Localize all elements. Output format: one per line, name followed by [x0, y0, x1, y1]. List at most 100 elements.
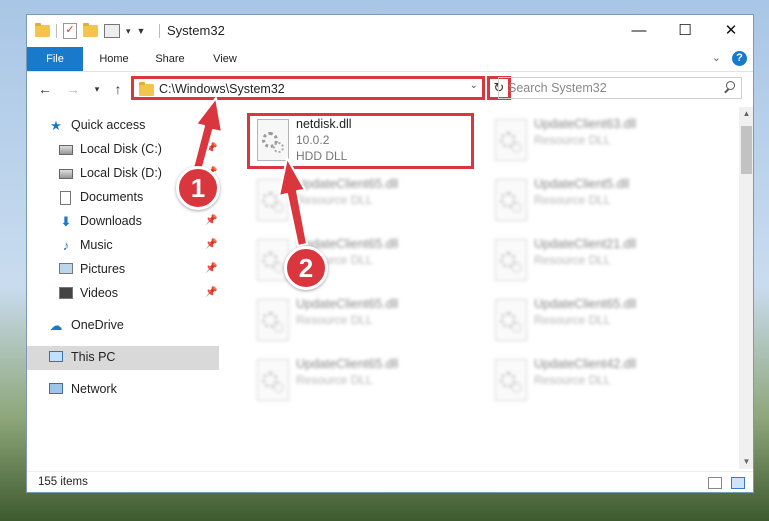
scroll-down-icon[interactable]: ▼: [739, 457, 753, 466]
status-bar: 155 items: [27, 471, 753, 492]
large-icons-view-icon[interactable]: [731, 477, 745, 489]
nav-label: Local Disk (D:): [80, 166, 162, 180]
nav-label: This PC: [71, 350, 116, 364]
forward-arrow-icon[interactable]: →: [64, 80, 82, 98]
dll-file-icon: [495, 119, 527, 161]
downloads-icon: ⬇: [60, 214, 72, 229]
tab-file[interactable]: File: [27, 47, 83, 71]
file-description: Resource DLL: [534, 133, 611, 147]
nav-item-pictures[interactable]: Pictures 📌: [27, 258, 219, 282]
file-explorer-window: ✓ ▾ ▼ System32 — ☐ ✕ File Home Share Vie…: [26, 14, 754, 493]
nav-item-this-pc[interactable]: This PC: [27, 346, 219, 370]
pin-icon[interactable]: 📌: [205, 215, 217, 226]
customize-view-icon[interactable]: [104, 24, 120, 38]
address-path[interactable]: C:\Windows\System32: [159, 81, 285, 97]
file-name: UpdateClient63.dll: [534, 117, 637, 131]
videos-icon: [59, 287, 73, 299]
back-arrow-icon[interactable]: ←: [36, 80, 54, 98]
nav-label: OneDrive: [71, 318, 124, 332]
up-arrow-icon[interactable]: ↑: [109, 80, 127, 98]
details-view-icon[interactable]: [708, 477, 722, 489]
file-description: Resource DLL: [534, 193, 611, 207]
new-folder-icon[interactable]: [83, 23, 98, 37]
file-name: UpdateClient65.dll: [296, 357, 399, 371]
nav-label: Documents: [80, 190, 144, 204]
tab-share[interactable]: Share: [145, 47, 195, 71]
vertical-scrollbar[interactable]: ▲ ▼: [739, 107, 753, 469]
properties-check-icon[interactable]: ✓: [63, 23, 77, 39]
file-description: Resource DLL: [534, 373, 611, 387]
nav-item-local-disk-c[interactable]: Local Disk (C:) 📌: [27, 138, 219, 162]
pin-icon[interactable]: 📌: [205, 143, 217, 154]
nav-item-music[interactable]: ♪ Music 📌: [27, 234, 219, 258]
search-icon[interactable]: [725, 80, 735, 90]
file-tile[interactable]: UpdateClient5.dll Resource DLL: [484, 171, 709, 229]
nav-item-downloads[interactable]: ⬇ Downloads 📌: [27, 210, 219, 234]
scroll-thumb[interactable]: [741, 126, 752, 174]
address-bar[interactable]: C:\Windows\System32 ⌄: [131, 76, 485, 100]
file-tile[interactable]: UpdateClient65.dll Resource DLL: [246, 231, 471, 289]
search-input[interactable]: Search System32: [498, 77, 742, 99]
maximize-button[interactable]: ☐: [662, 15, 708, 47]
documents-icon: [60, 191, 71, 205]
navigation-pane: ★ Quick access Local Disk (C:) 📌 Local D…: [27, 107, 219, 469]
nav-item-network[interactable]: Network: [27, 378, 219, 402]
file-tile[interactable]: UpdateClient42.dll Resource DLL: [484, 351, 709, 409]
item-count: 155 items: [38, 476, 88, 488]
scroll-up-icon[interactable]: ▲: [739, 109, 753, 118]
file-tile[interactable]: UpdateClient65.dll Resource DLL: [246, 351, 471, 409]
drive-icon: [59, 169, 73, 179]
dll-file-icon: [257, 179, 289, 221]
drive-icon: [59, 145, 73, 155]
file-tile[interactable]: UpdateClient21.dll Resource DLL: [484, 231, 709, 289]
nav-item-videos[interactable]: Videos 📌: [27, 282, 219, 306]
address-folder-icon: [139, 82, 154, 96]
dll-file-icon: [495, 239, 527, 281]
pin-icon[interactable]: 📌: [205, 287, 217, 298]
dll-file-icon: [495, 179, 527, 221]
nav-label: Local Disk (C:): [80, 142, 162, 156]
navigation-bar: ← → ▾ ↑ C:\Windows\System32 ⌄ ↻ Search S…: [27, 72, 753, 106]
window-title: System32: [167, 23, 225, 38]
callout-step-2: 2: [284, 246, 328, 290]
file-description: Resource DLL: [296, 373, 373, 387]
toolbar-overflow-icon[interactable]: ▼: [137, 26, 146, 36]
pin-icon[interactable]: 📌: [205, 239, 217, 250]
selection-highlight: [247, 113, 474, 169]
recent-locations-icon[interactable]: ▾: [88, 80, 106, 98]
help-icon[interactable]: ?: [732, 51, 747, 66]
nav-label: Pictures: [80, 262, 126, 276]
nav-label: Quick access: [71, 118, 146, 132]
nav-item-quick-access[interactable]: ★ Quick access: [27, 114, 219, 138]
nav-label: Music: [80, 238, 113, 252]
file-description: Resource DLL: [534, 313, 611, 327]
file-description: Resource DLL: [296, 193, 373, 207]
chevron-down-icon[interactable]: ▾: [126, 26, 131, 37]
file-name: UpdateClient21.dll: [534, 237, 637, 251]
tab-view[interactable]: View: [201, 47, 249, 71]
file-tile[interactable]: UpdateClient65.dll Resource DLL: [484, 291, 709, 349]
file-name: UpdateClient65.dll: [534, 297, 637, 311]
pin-icon[interactable]: 📌: [205, 263, 217, 274]
file-name: UpdateClient65.dll: [296, 177, 399, 191]
network-icon: [49, 383, 63, 394]
nav-item-onedrive[interactable]: ☁ OneDrive: [27, 314, 219, 338]
file-description: Resource DLL: [534, 253, 611, 267]
file-tile[interactable]: UpdateClient65.dll Resource DLL: [246, 291, 471, 349]
search-placeholder: Search System32: [508, 81, 607, 95]
callout-step-1: 1: [176, 166, 220, 210]
star-icon: ★: [50, 118, 62, 133]
dll-file-icon: [257, 359, 289, 401]
file-tile[interactable]: UpdateClient63.dll Resource DLL: [484, 111, 709, 169]
nav-label: Videos: [80, 286, 118, 300]
title-bar: ✓ ▾ ▼ System32 — ☐ ✕: [27, 15, 753, 47]
folder-icon[interactable]: [35, 23, 50, 37]
cloud-icon: ☁: [49, 318, 63, 333]
close-button[interactable]: ✕: [708, 15, 753, 47]
file-tile[interactable]: UpdateClient65.dll Resource DLL: [246, 171, 471, 229]
file-name: UpdateClient42.dll: [534, 357, 637, 371]
minimize-button[interactable]: —: [616, 15, 662, 47]
address-dropdown-icon[interactable]: ⌄: [470, 80, 478, 91]
tab-home[interactable]: Home: [89, 47, 139, 71]
expand-ribbon-icon[interactable]: ⌄: [712, 51, 721, 64]
